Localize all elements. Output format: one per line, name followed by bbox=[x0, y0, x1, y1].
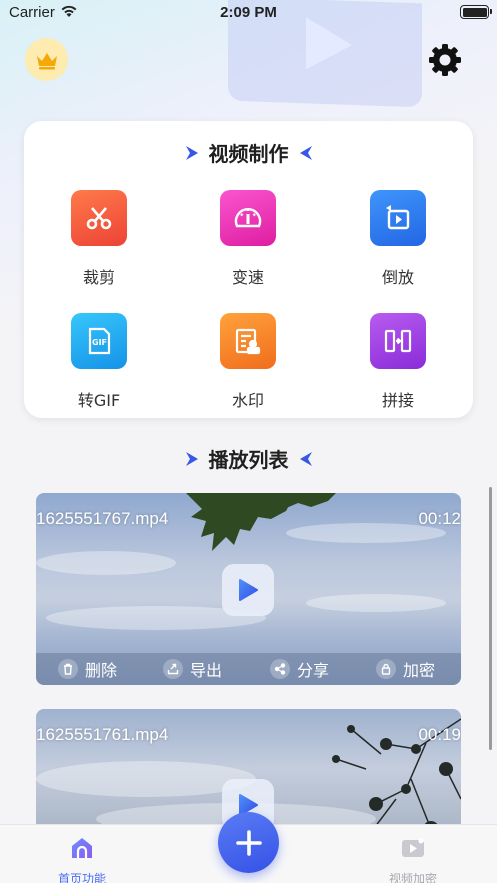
video-making-title: 视频制作 bbox=[0, 138, 497, 167]
tool-merge[interactable]: 拼接 bbox=[338, 313, 458, 411]
tool-label: 变速 bbox=[231, 268, 264, 287]
home-icon bbox=[72, 838, 92, 858]
arrow-left-icon bbox=[299, 145, 312, 160]
tool-crop[interactable]: 裁剪 bbox=[39, 190, 159, 288]
gif-icon: GIF bbox=[71, 313, 127, 369]
svg-text:GIF: GIF bbox=[92, 338, 107, 347]
tool-label: 裁剪 bbox=[82, 268, 115, 287]
battery-icon bbox=[460, 5, 492, 19]
tab-encrypt-label: 视频加密 bbox=[388, 872, 437, 883]
tab-home-label: 首页功能 bbox=[57, 872, 106, 883]
status-bar: Carrier 2:09 PM bbox=[0, 0, 497, 26]
video-filename: 1625551761.mp4 bbox=[36, 725, 169, 744]
export-icon bbox=[163, 659, 183, 679]
arrow-left-icon bbox=[299, 451, 312, 466]
tab-video-encrypt[interactable]: 视频加密 bbox=[363, 835, 463, 883]
video-duration: 00:19 bbox=[418, 725, 461, 744]
scrollbar[interactable] bbox=[489, 487, 492, 750]
tool-speed[interactable]: 变速 bbox=[188, 190, 308, 288]
arrow-right-icon bbox=[185, 145, 198, 160]
tab-home[interactable]: 首页功能 bbox=[32, 835, 132, 883]
settings-button[interactable] bbox=[426, 41, 464, 79]
play-icon bbox=[239, 579, 258, 601]
vip-crown-button[interactable] bbox=[25, 38, 68, 81]
trash-icon bbox=[58, 659, 78, 679]
clock: 2:09 PM bbox=[220, 4, 277, 21]
merge-icon bbox=[370, 313, 426, 369]
video-filename: 1625551767.mp4 bbox=[36, 509, 169, 528]
share-button[interactable]: 分享 bbox=[270, 657, 329, 681]
crown-icon bbox=[36, 52, 57, 69]
tool-label: 拼接 bbox=[381, 391, 414, 410]
delete-button[interactable]: 删除 bbox=[58, 657, 117, 681]
add-video-button[interactable] bbox=[218, 812, 279, 873]
tool-label: 转GIF bbox=[77, 391, 121, 410]
share-icon bbox=[270, 659, 290, 679]
plus-icon bbox=[235, 829, 262, 856]
playlist-title: 播放列表 bbox=[0, 444, 497, 473]
lock-icon bbox=[376, 659, 396, 679]
export-button[interactable]: 导出 bbox=[163, 657, 222, 681]
arrow-right-icon bbox=[185, 451, 198, 466]
tool-watermark[interactable]: 水印 bbox=[188, 313, 308, 411]
speedometer-icon bbox=[220, 190, 276, 246]
tool-label: 水印 bbox=[231, 391, 264, 410]
play-button[interactable] bbox=[222, 564, 274, 616]
video-item[interactable]: 1625551767.mp4 00:12 删除 导出 分享 加密 bbox=[36, 493, 461, 685]
tool-reverse[interactable]: 倒放 bbox=[338, 190, 458, 288]
rewind-play-icon bbox=[370, 190, 426, 246]
tool-label: 倒放 bbox=[381, 268, 414, 287]
video-duration: 00:12 bbox=[418, 509, 461, 528]
watermark-icon bbox=[220, 313, 276, 369]
tool-gif[interactable]: GIF 转GIF bbox=[39, 313, 159, 411]
video-lock-icon bbox=[402, 838, 424, 857]
encrypt-button[interactable]: 加密 bbox=[376, 657, 435, 681]
video-action-bar: 删除 导出 分享 加密 bbox=[36, 653, 461, 685]
gear-icon bbox=[429, 44, 461, 76]
scissors-icon bbox=[71, 190, 127, 246]
